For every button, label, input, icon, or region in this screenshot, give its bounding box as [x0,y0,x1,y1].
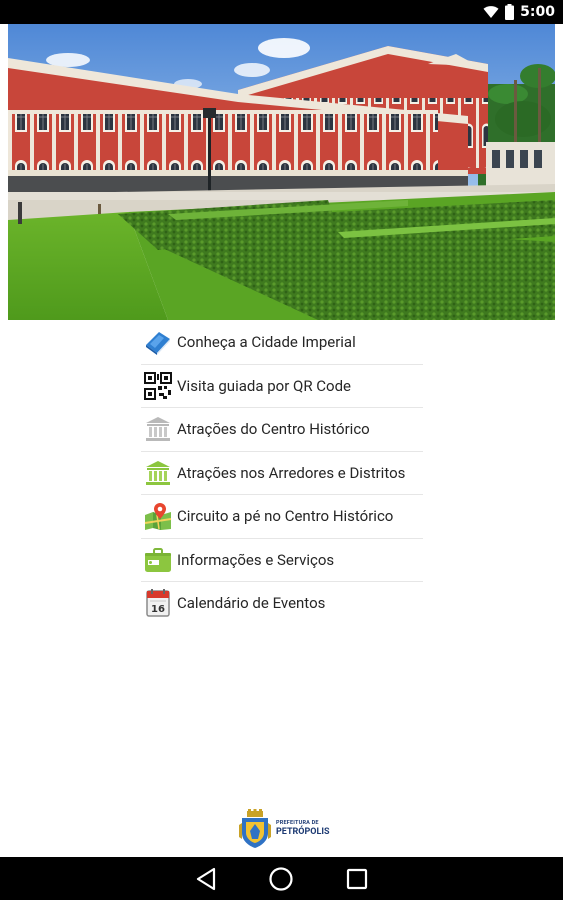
logo-line2: PETRÓPOLIS [276,827,330,838]
hero-image [8,24,555,320]
logo-line1: PREFEITURA DE [276,819,319,826]
calendar-icon: 16 [143,588,173,618]
home-button[interactable] [267,865,295,893]
menu-item-calendario[interactable]: 16 Calendário de Eventos [141,581,423,625]
recents-icon [346,868,368,890]
menu-item-cidade-imperial[interactable]: Conheça a Cidade Imperial [141,320,423,364]
status-icons: 5:00 [483,3,555,21]
wifi-icon [483,6,499,18]
menu-item-label: Conheça a Cidade Imperial [177,332,356,351]
status-bar: 5:00 [0,0,563,24]
menu-item-arredores[interactable]: Atrações nos Arredores e Distritos [141,450,423,495]
menu-item-label: Visita guiada por QR Code [177,376,352,395]
prefeitura-logo: PREFEITURA DE PETRÓPOLIS [238,808,338,850]
clock: 5:00 [520,4,555,20]
menu-item-label: Informações e Serviços [177,550,335,569]
calendar-day-number: 16 [151,604,165,615]
map-pin-icon [143,501,173,531]
navigation-bar [0,857,563,900]
menu-item-label: Calendário de Eventos [177,594,326,613]
menu-item-label: Circuito a pé no Centro Histórico [177,507,394,526]
museum-green-icon [143,458,173,488]
menu-item-circuito[interactable]: Circuito a pé no Centro Histórico [141,494,423,538]
menu-item-label: Atrações nos Arredores e Distritos [177,463,406,482]
imperial-museum-photo [8,24,555,320]
battery-icon [505,4,515,20]
museum-grey-icon [143,414,173,444]
menu-item-label: Atrações do Centro Histórico [177,420,370,439]
briefcase-icon [143,545,173,575]
qr-code-icon [143,371,173,401]
menu-item-informacoes[interactable]: Informações e Serviços [141,537,423,582]
coat-of-arms-icon [239,809,271,848]
book-icon [143,327,173,357]
menu-item-centro-historico[interactable]: Atrações do Centro Histórico [141,407,423,451]
recents-button[interactable] [343,865,371,893]
main-menu: Conheça a Cidade Imperial Visita guiada … [141,320,423,625]
back-icon [196,867,216,891]
back-button[interactable] [192,865,220,893]
menu-item-qr-code[interactable]: Visita guiada por QR Code [141,363,423,408]
home-icon [269,867,293,891]
logo-text: PREFEITURA DE PETRÓPOLIS [276,819,330,838]
